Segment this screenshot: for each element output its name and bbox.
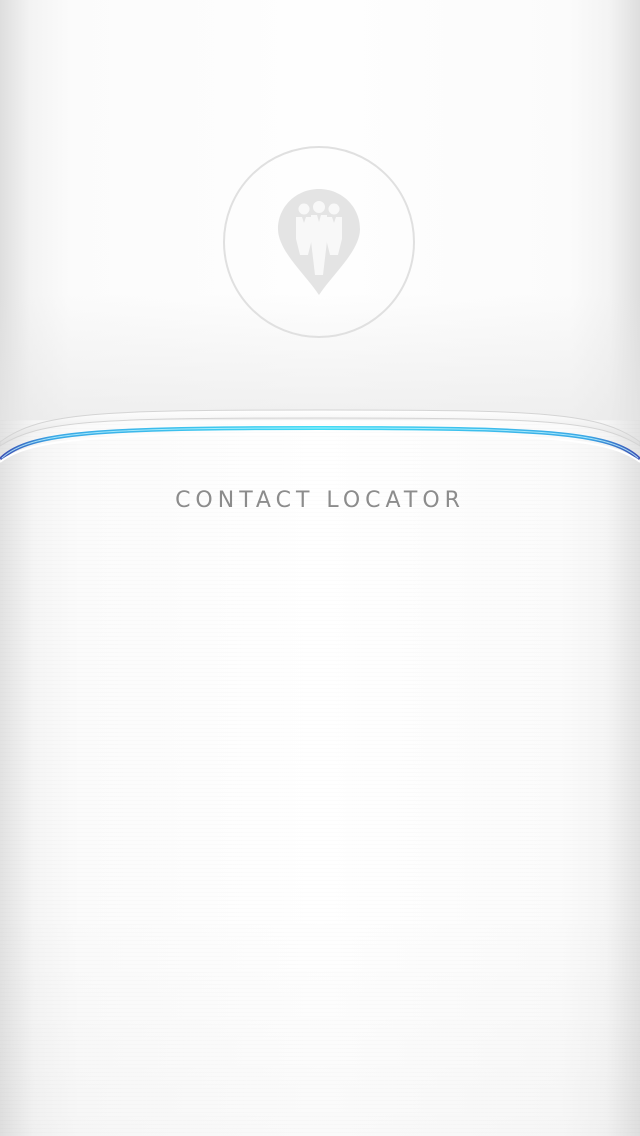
divider-glow-line	[0, 409, 640, 463]
splash-screen: CONTACT LOCATOR	[0, 0, 640, 1136]
bottom-shade	[0, 900, 640, 1136]
contacts-location-pin-icon	[278, 189, 360, 295]
app-logo-ring	[223, 146, 415, 338]
app-title: CONTACT LOCATOR	[175, 488, 465, 513]
